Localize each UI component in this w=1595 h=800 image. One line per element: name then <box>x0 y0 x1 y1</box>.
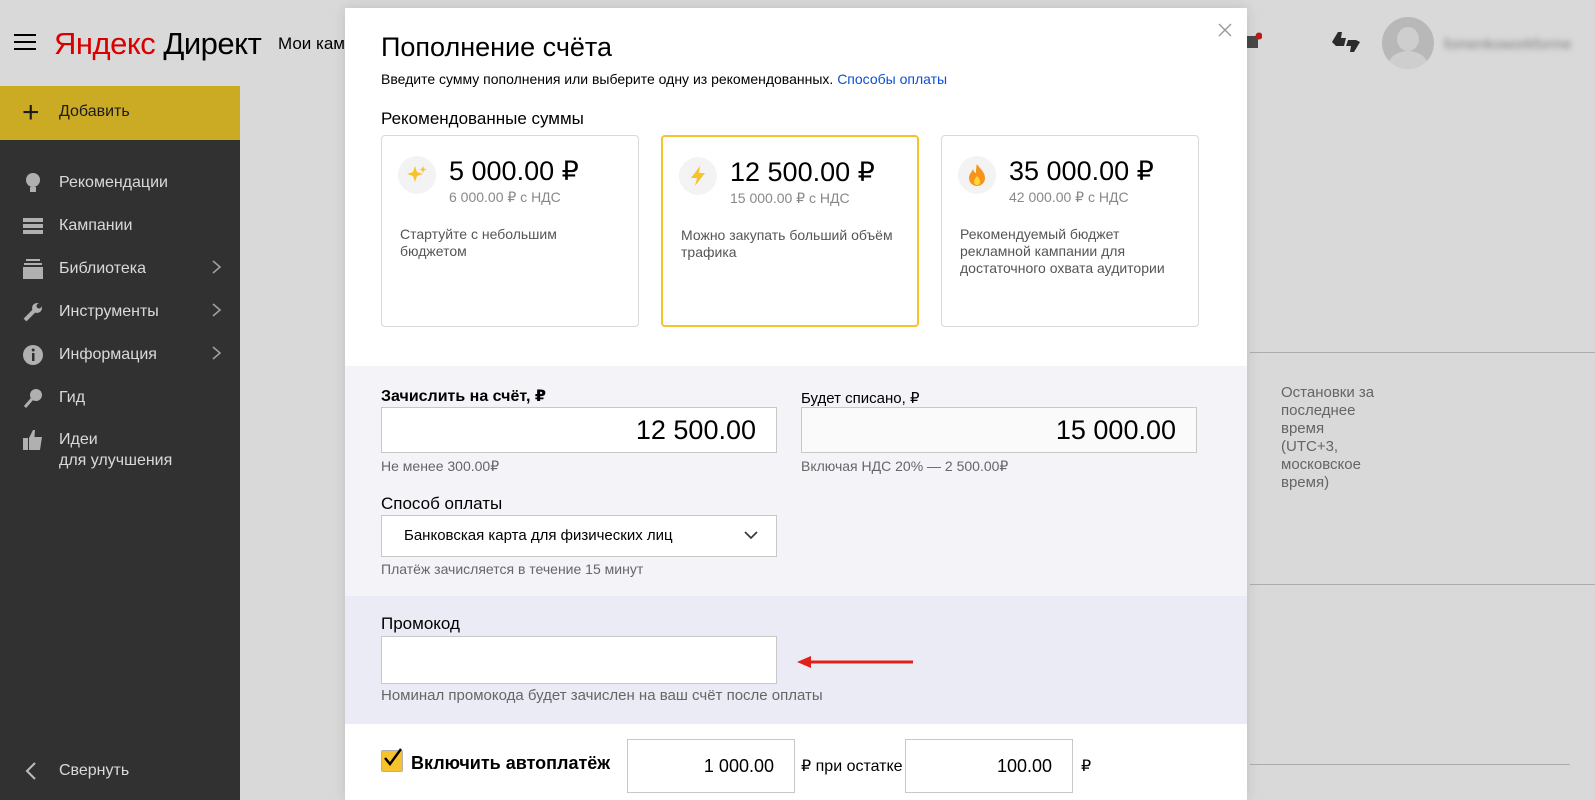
card-amount: 35 000.00 ₽ <box>1009 156 1154 186</box>
payment-method-label: Способ оплаты <box>381 494 503 513</box>
payment-methods-link[interactable]: Способы оплаты <box>837 71 947 87</box>
recommended-card-35000[interactable]: 35 000.00 ₽ 42 000.00 ₽ с НДС Рекомендуе… <box>941 135 1199 327</box>
promo-label: Промокод <box>381 614 460 633</box>
card-vat: 15 000.00 ₽ с НДС <box>730 190 850 206</box>
autopay-checkbox[interactable] <box>381 748 403 772</box>
close-icon[interactable] <box>1217 22 1233 38</box>
promo-code-input[interactable] <box>381 636 777 684</box>
autopay-threshold-input[interactable]: 100.00 <box>905 739 1073 793</box>
credit-amount-input[interactable]: 12 500.00 <box>381 407 777 453</box>
payment-method-hint: Платёж зачисляется в течение 15 минут <box>381 561 644 577</box>
payment-method-value: Банковская карта для физических лиц <box>404 527 673 544</box>
debit-hint: Включая НДС 20% — 2 500.00₽ <box>801 458 1009 474</box>
card-vat: 42 000.00 ₽ с НДС <box>1009 189 1129 205</box>
autopay-currency: ₽ <box>1081 758 1092 775</box>
card-description: Рекомендуемый бюджет рекламной кампании … <box>960 226 1165 276</box>
fire-icon <box>958 156 996 194</box>
debit-label: Будет списано, ₽ <box>801 390 920 407</box>
credit-label: Зачислить на счёт, ₽ <box>381 388 546 405</box>
chevron-down-icon <box>744 531 758 540</box>
card-amount: 5 000.00 ₽ <box>449 156 579 186</box>
dialog-subtitle: Введите сумму пополнения или выберите од… <box>381 71 947 87</box>
debit-amount-field[interactable]: 15 000.00 <box>801 407 1197 453</box>
card-amount: 12 500.00 ₽ <box>730 157 875 187</box>
payment-method-select[interactable]: Банковская карта для физических лиц <box>381 515 777 557</box>
credit-hint: Не менее 300.00₽ <box>381 458 500 474</box>
card-vat: 6 000.00 ₽ с НДС <box>449 189 561 205</box>
sparkle-icon <box>398 156 436 194</box>
lightning-icon <box>679 157 717 195</box>
autopay-label[interactable]: Включить автоплатёж <box>411 753 610 774</box>
top-up-dialog: Пополнение счёта Введите сумму пополнени… <box>345 8 1247 800</box>
red-arrow-annotation <box>797 656 913 668</box>
recommended-title: Рекомендованные суммы <box>381 109 584 128</box>
promo-hint: Номинал промокода будет зачислен на ваш … <box>381 687 823 704</box>
recommended-card-5000[interactable]: 5 000.00 ₽ 6 000.00 ₽ с НДС Стартуйте с … <box>381 135 639 327</box>
recommended-card-12500[interactable]: 12 500.00 ₽ 15 000.00 ₽ с НДС Можно заку… <box>661 135 919 327</box>
autopay-amount-input[interactable]: 1 000.00 <box>627 739 795 793</box>
subtitle-text: Введите сумму пополнения или выберите од… <box>381 71 834 87</box>
autopay-threshold-label: ₽ при остатке <box>801 758 903 775</box>
card-description: Можно закупать больший объём трафика <box>681 227 893 260</box>
card-description: Стартуйте с небольшим бюджетом <box>400 226 557 259</box>
dialog-title: Пополнение счёта <box>381 32 613 62</box>
checkmark-icon <box>384 748 402 766</box>
